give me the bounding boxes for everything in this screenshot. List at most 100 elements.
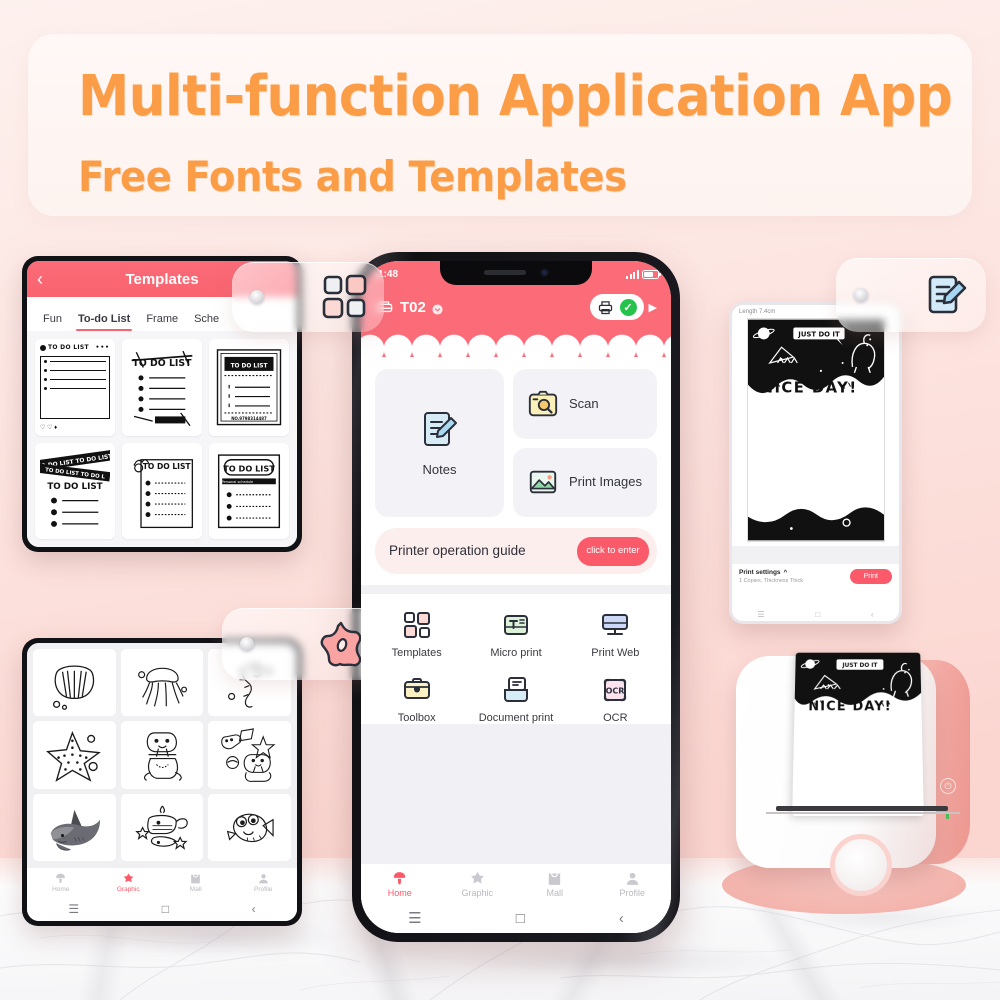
home-square-icon[interactable]: □ bbox=[162, 902, 169, 916]
micro-print-icon bbox=[501, 610, 531, 640]
back-icon[interactable]: ‹ bbox=[252, 902, 256, 916]
feature-templates[interactable]: Templates bbox=[367, 610, 466, 659]
nav-label: Mall bbox=[546, 887, 563, 898]
feature-document-print[interactable]: Document print bbox=[466, 675, 565, 724]
page-subtitle: Free Fonts and Templates bbox=[78, 152, 627, 201]
nav-item-home[interactable]: Home bbox=[361, 864, 439, 903]
template-thumb[interactable]: TO DO LIST ••• ♡ ♡ ♦ bbox=[35, 339, 115, 436]
svg-text:TO DO LIST: TO DO LIST bbox=[231, 363, 268, 369]
sticker-pufferfish[interactable] bbox=[208, 793, 291, 861]
printer-status-pill[interactable]: ✓ bbox=[589, 294, 644, 320]
device-selector[interactable]: T02 bbox=[375, 298, 443, 317]
nav-item-profile[interactable]: Profile bbox=[594, 864, 672, 903]
quick-action-print-images[interactable]: Print Images bbox=[513, 447, 657, 517]
sticker-shell[interactable] bbox=[33, 649, 116, 717]
nav-item-graphic[interactable]: Graphic bbox=[95, 868, 163, 897]
sticker-shark[interactable] bbox=[33, 793, 116, 861]
home-square-icon[interactable]: □ bbox=[815, 610, 820, 619]
quick-action-scan[interactable]: Scan bbox=[513, 369, 657, 439]
main-bottom-nav-wrap: Home Graphic Mall Profile ☰ □ ‹ bbox=[361, 863, 671, 933]
person-icon bbox=[257, 872, 270, 885]
back-icon[interactable]: ‹ bbox=[871, 610, 874, 619]
print-button[interactable]: Print bbox=[849, 569, 892, 584]
feature-print-web[interactable]: Print Web bbox=[566, 610, 665, 659]
guide-text: Printer operation guide bbox=[389, 542, 526, 558]
template-thumb[interactable]: TO DO LIST bbox=[122, 339, 202, 436]
nav-label: Graphic bbox=[461, 887, 493, 898]
nav-label: Mall bbox=[189, 886, 202, 893]
sticker-jellyfish[interactable] bbox=[120, 649, 204, 717]
feature-label: Toolbox bbox=[397, 712, 436, 724]
nav-item-home[interactable]: Home bbox=[27, 868, 95, 897]
template-thumb[interactable]: TO DO LIST TO DO LIST TO DO LIST TO DO L… bbox=[35, 442, 115, 539]
sticker-walrus[interactable] bbox=[120, 721, 204, 789]
nav-item-profile[interactable]: Profile bbox=[230, 868, 298, 897]
chevron-right-icon[interactable]: ▶ bbox=[649, 301, 657, 314]
menu-icon[interactable]: ☰ bbox=[757, 610, 764, 619]
bubble-text: JUST DO IT bbox=[797, 330, 840, 338]
status-icons bbox=[626, 269, 661, 279]
tab-todo-list[interactable]: To-do List bbox=[70, 313, 138, 331]
printer-feed-button[interactable] bbox=[830, 834, 892, 896]
scallop-divider bbox=[361, 327, 671, 357]
printed-paper: JUST DO IT NICE DAY! bbox=[792, 652, 924, 816]
star-icon bbox=[122, 872, 135, 885]
chevron-up-icon: ^ bbox=[783, 569, 788, 576]
print-settings-row: Print settings ^ 1 Copies, Thickness Thi… bbox=[732, 564, 899, 584]
feature-ocr[interactable]: OCR OCR bbox=[566, 675, 665, 724]
bubble-text: JUST DO IT bbox=[841, 663, 877, 669]
mushroom-icon bbox=[54, 872, 67, 885]
quick-action-label: Notes bbox=[422, 461, 457, 477]
person-icon bbox=[624, 870, 641, 887]
main-phone: 11:48 T02 ✓ ▶ Notes Scan Print Images Pr… bbox=[352, 252, 680, 942]
nav-label: Home bbox=[387, 887, 412, 898]
printer-body: JUST DO IT NICE DAY! bbox=[736, 652, 960, 896]
svg-text:OCR: OCR bbox=[606, 687, 625, 696]
tab-fun[interactable]: Fun bbox=[35, 313, 70, 331]
page-title: Multi-function Application App bbox=[78, 64, 953, 129]
menu-icon[interactable]: ☰ bbox=[68, 902, 79, 916]
sticker-whale[interactable] bbox=[120, 793, 204, 861]
nav-item-graphic[interactable]: Graphic bbox=[439, 864, 517, 903]
template-thumb[interactable]: TO DO LIST bbox=[122, 442, 202, 539]
chevron-down-icon bbox=[432, 302, 443, 315]
click-to-enter-button[interactable]: click to enter bbox=[577, 536, 649, 566]
back-icon[interactable]: ‹ bbox=[619, 910, 624, 927]
feature-label: Templates bbox=[391, 647, 442, 659]
header-banner: Multi-function Application App Free Font… bbox=[28, 34, 972, 216]
nav-label: Graphic bbox=[116, 886, 140, 893]
check-circle-icon: ✓ bbox=[619, 298, 637, 316]
template-title: TO DO LIST bbox=[48, 344, 89, 351]
nav-label: Home bbox=[52, 886, 70, 893]
quick-action-notes[interactable]: Notes bbox=[375, 369, 504, 517]
feature-micro-print[interactable]: Micro print bbox=[466, 610, 565, 659]
quick-action-label: Scan bbox=[569, 395, 599, 411]
notes-icon bbox=[922, 271, 970, 319]
print-preview-artwork[interactable]: JUST DO IT NICE DAY! bbox=[746, 318, 885, 542]
tab-schedule[interactable]: Sche bbox=[186, 313, 227, 331]
feature-grid: Templates Micro print Print Web Toolbox … bbox=[361, 594, 671, 724]
chevron-left-icon[interactable]: ‹ bbox=[37, 270, 43, 288]
content-background bbox=[361, 719, 671, 863]
print-settings-toggle[interactable]: Print settings ^ bbox=[739, 569, 803, 576]
tab-frame[interactable]: Frame bbox=[138, 313, 186, 331]
section-divider bbox=[361, 585, 671, 594]
sticker-starfish[interactable] bbox=[33, 721, 116, 789]
home-square-icon[interactable]: □ bbox=[516, 910, 525, 927]
click-to-enter-label: click to enter bbox=[586, 544, 640, 556]
template-thumb[interactable]: TO DO LIST NO.9798314487 bbox=[209, 339, 289, 436]
nav-item-mall[interactable]: Mall bbox=[162, 868, 230, 897]
nice-day-artwork-svg: JUST DO IT NICE DAY! bbox=[747, 319, 884, 541]
phone-notch bbox=[440, 261, 592, 285]
template-thumb[interactable]: TO DO LIST Personal schedule bbox=[209, 442, 289, 539]
sticker-walrus-pair[interactable] bbox=[208, 721, 291, 789]
feature-toolbox[interactable]: Toolbox bbox=[367, 675, 466, 724]
printer-guide-banner[interactable]: Printer operation guide click to enter bbox=[375, 528, 657, 574]
svg-text:TO DO LIST: TO DO LIST bbox=[133, 358, 193, 369]
battery-icon bbox=[642, 269, 661, 279]
template-caption: NO.9798314487 bbox=[231, 416, 267, 421]
menu-icon[interactable]: ☰ bbox=[408, 909, 421, 927]
template-caption: Personal schedule bbox=[221, 480, 253, 484]
nav-item-mall[interactable]: Mall bbox=[516, 864, 594, 903]
feature-label: Micro print bbox=[490, 647, 542, 659]
